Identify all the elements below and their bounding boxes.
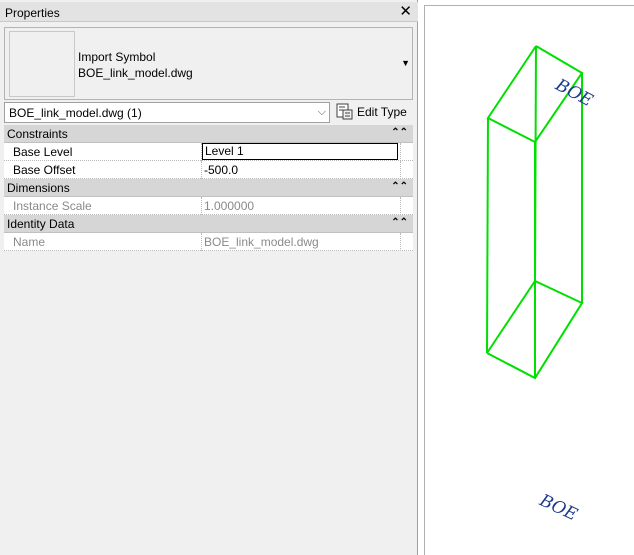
drawing-canvas[interactable]: BOE BOE — [424, 5, 634, 555]
close-icon[interactable]: ✕ — [399, 3, 412, 21]
type-family-label: Import Symbol — [78, 50, 156, 64]
property-label: Base Offset — [13, 163, 76, 177]
category-label: Dimensions — [7, 181, 70, 195]
panel-title-bar[interactable]: Properties ✕ — [0, 2, 418, 22]
type-preview-image — [9, 31, 75, 97]
boe-label-bottom[interactable]: BOE — [535, 490, 580, 525]
name-value: BOE_link_model.dwg — [204, 235, 319, 249]
property-row-instance-scale: Instance Scale 1.000000 — [4, 197, 413, 215]
chevron-down-icon[interactable]: ⌵ — [318, 106, 326, 119]
column-divider — [400, 197, 401, 215]
type-selector[interactable]: Import Symbol BOE_link_model.dwg ▼ — [4, 27, 413, 100]
property-row-base-level[interactable]: Base Level Level 1 — [4, 143, 413, 161]
base-offset-field[interactable]: -500.0 — [204, 163, 238, 177]
instance-scale-value: 1.000000 — [204, 199, 255, 213]
instance-filter-dropdown[interactable]: BOE_link_model.dwg (1) ⌵ — [4, 102, 330, 123]
category-dimensions[interactable]: Dimensions ⌃⌃ — [4, 179, 413, 197]
property-label: Name — [13, 235, 46, 249]
category-identity-data[interactable]: Identity Data ⌃⌃ — [4, 215, 413, 233]
property-row-name: Name BOE_link_model.dwg — [4, 233, 413, 251]
edit-type-label: Edit Type — [357, 105, 407, 119]
property-row-base-offset[interactable]: Base Offset -500.0 — [4, 161, 413, 179]
property-label: Base Level — [13, 145, 73, 159]
collapse-icon[interactable]: ⌃⌃ — [391, 181, 408, 192]
edit-type-button[interactable]: Edit Type — [334, 101, 414, 123]
edit-type-icon — [336, 103, 353, 120]
category-label: Constraints — [7, 127, 68, 141]
column-divider — [400, 161, 401, 179]
base-level-field[interactable]: Level 1 — [202, 143, 398, 160]
property-label: Instance Scale — [13, 199, 92, 213]
collapse-icon[interactable]: ⌃⌃ — [391, 217, 408, 228]
column-divider — [201, 161, 202, 179]
column-divider — [400, 233, 401, 251]
boe-label-top[interactable]: BOE — [551, 75, 596, 112]
category-label: Identity Data — [7, 217, 75, 231]
column-divider — [400, 143, 401, 161]
instance-filter-value: BOE_link_model.dwg (1) — [9, 106, 142, 120]
model-view: BOE BOE — [486, 45, 597, 526]
type-name-label: BOE_link_model.dwg — [78, 66, 193, 80]
collapse-icon[interactable]: ⌃⌃ — [391, 127, 408, 138]
panel-title: Properties — [5, 6, 60, 20]
properties-panel: Properties ✕ Import Symbol BOE_link_mode… — [0, 0, 418, 555]
property-grid: Constraints ⌃⌃ Base Level Level 1 Base O… — [4, 125, 413, 251]
chevron-down-icon[interactable]: ▼ — [401, 58, 410, 68]
column-divider — [201, 233, 202, 251]
column-divider — [201, 197, 202, 215]
category-constraints[interactable]: Constraints ⌃⌃ — [4, 125, 413, 143]
